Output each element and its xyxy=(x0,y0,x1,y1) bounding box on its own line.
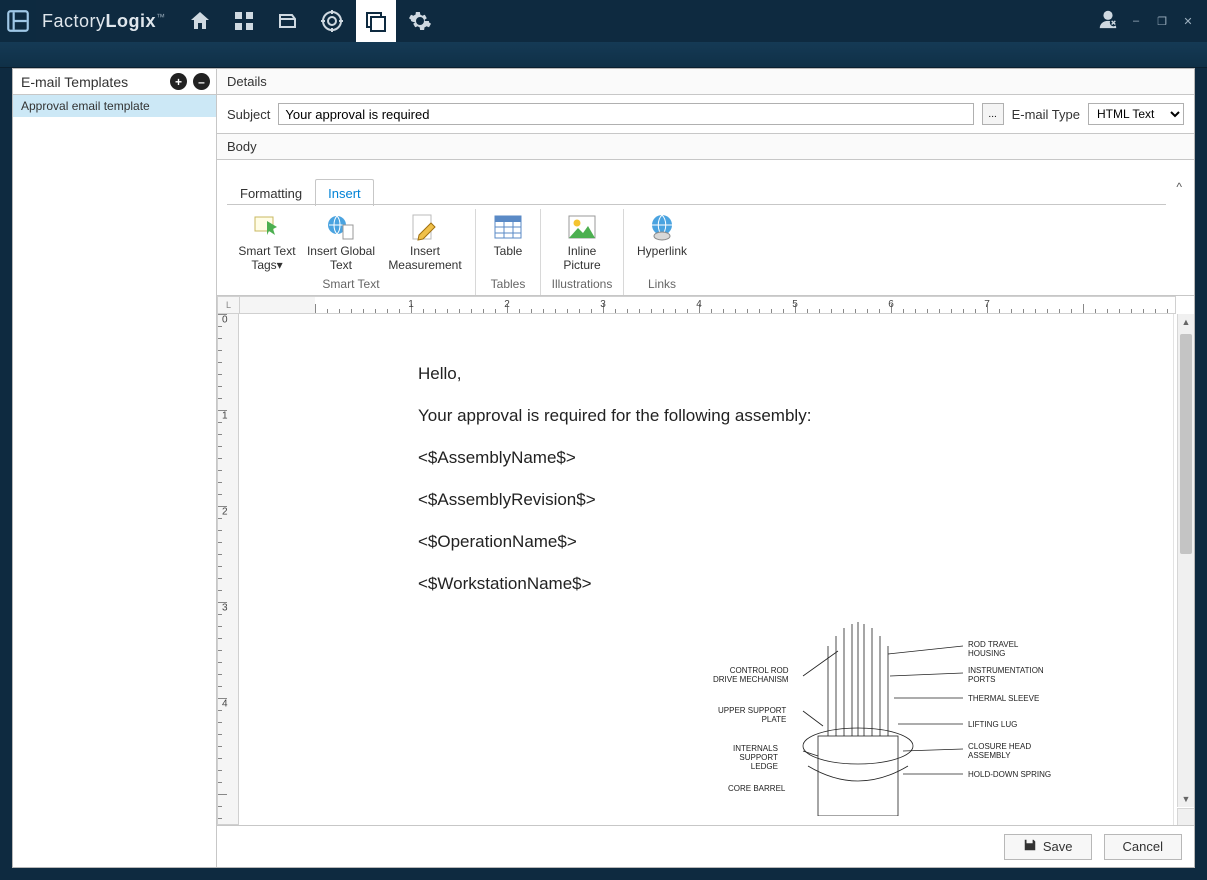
window-close-icon[interactable]: ✕ xyxy=(1179,15,1197,28)
main-panel: Details Subject ... E-mail Type HTML Tex… xyxy=(217,69,1194,867)
diagram-label: UPPER SUPPORTPLATE xyxy=(718,706,786,724)
diagram-label: ROD TRAVELHOUSING xyxy=(968,640,1018,658)
smart-text-tags-button[interactable]: Smart TextTags▾ xyxy=(235,209,299,275)
diagram-label: THERMAL SLEEVE xyxy=(968,694,1039,703)
nav-templates-icon[interactable] xyxy=(356,0,396,42)
insert-global-text-button[interactable]: Insert GlobalText xyxy=(303,209,379,275)
hyperlink-button[interactable]: Hyperlink xyxy=(632,209,692,275)
template-list-item[interactable]: Approval email template xyxy=(13,95,216,117)
scroll-down-icon[interactable]: ▼ xyxy=(1178,790,1194,807)
window-minimize-icon[interactable]: – xyxy=(1127,15,1145,27)
tab-formatting[interactable]: Formatting xyxy=(227,179,315,206)
footer-bar: Save Cancel xyxy=(217,825,1194,867)
email-type-label: E-mail Type xyxy=(1012,107,1080,122)
app-brand: FactoryLogix™ xyxy=(42,11,166,32)
nav-package-icon[interactable] xyxy=(268,0,308,42)
diagram-label: LIFTING LUG xyxy=(968,720,1017,729)
tab-insert[interactable]: Insert xyxy=(315,179,374,206)
ribbon-collapse-icon[interactable]: ^ xyxy=(1176,180,1182,194)
main-nav xyxy=(180,0,440,42)
details-row: Subject ... E-mail Type HTML Text xyxy=(217,95,1194,134)
doc-line: <$AssemblyRevision$> xyxy=(418,490,1173,510)
editor-tab-row: Formatting Insert ^ xyxy=(217,160,1194,205)
diagram-label: INSTRUMENTATIONPORTS xyxy=(968,666,1044,684)
hruler-canvas[interactable]: 1234567 xyxy=(239,296,1176,314)
doc-line: <$WorkstationName$> xyxy=(418,574,1173,594)
doc-line: <$AssemblyName$> xyxy=(418,448,1173,468)
nav-grid-icon[interactable] xyxy=(224,0,264,42)
scroll-up-icon[interactable]: ▲ xyxy=(1178,314,1194,331)
details-header: Details xyxy=(217,69,1194,95)
tag-arrow-icon xyxy=(251,211,283,243)
doc-line: Hello, xyxy=(418,364,1173,384)
hyperlink-globe-icon xyxy=(646,211,678,243)
save-button[interactable]: Save xyxy=(1004,834,1092,860)
ribbon-group-links: Hyperlink Links xyxy=(624,209,700,295)
scroll-corner xyxy=(1177,808,1194,825)
save-disk-icon xyxy=(1023,838,1037,855)
window-maximize-icon[interactable]: ❐ xyxy=(1153,15,1171,28)
email-type-select[interactable]: HTML Text xyxy=(1088,103,1184,125)
nav-target-icon[interactable] xyxy=(312,0,352,42)
pencil-doc-icon xyxy=(409,211,441,243)
document-page[interactable]: Hello, Your approval is required for the… xyxy=(314,314,1174,825)
subject-browse-button[interactable]: ... xyxy=(982,103,1004,125)
nav-settings-icon[interactable] xyxy=(400,0,440,42)
inline-picture-button[interactable]: InlinePicture xyxy=(549,209,615,275)
content-shell: E-mail Templates + – Approval email temp… xyxy=(12,68,1195,868)
doc-line: <$OperationName$> xyxy=(418,532,1173,552)
subject-label: Subject xyxy=(227,107,270,122)
title-bar: FactoryLogix™ – ❐ ✕ xyxy=(0,0,1207,42)
user-icon[interactable] xyxy=(1097,8,1119,35)
body-panel: Formatting Insert ^ Smart TextTags▾ Inse… xyxy=(217,160,1194,867)
diagram-label: CLOSURE HEADASSEMBLY xyxy=(968,742,1031,760)
insert-measurement-button[interactable]: InsertMeasurement xyxy=(383,209,467,275)
add-template-button[interactable]: + xyxy=(170,73,187,90)
vertical-scrollbar[interactable]: ▲ ▼ xyxy=(1177,314,1194,807)
globe-doc-icon xyxy=(325,211,357,243)
table-icon xyxy=(492,211,524,243)
ribbon-group-illustrations: InlinePicture Illustrations xyxy=(541,209,624,295)
document-scroll: Hello, Your approval is required for the… xyxy=(239,314,1194,825)
body-header: Body xyxy=(217,134,1194,160)
insert-table-button[interactable]: Table xyxy=(484,209,532,275)
horizontal-ruler: L 1234567 xyxy=(217,296,1194,314)
ribbon-strip xyxy=(0,42,1207,68)
subject-input[interactable] xyxy=(278,103,973,125)
sidebar-title: E-mail Templates xyxy=(21,74,164,90)
sidebar-header: E-mail Templates + – xyxy=(13,69,216,95)
cancel-button[interactable]: Cancel xyxy=(1104,834,1182,860)
ribbon-group-tables: Table Tables xyxy=(476,209,541,295)
app-logo-icon xyxy=(0,0,36,42)
diagram-label: CORE BARREL xyxy=(728,784,785,793)
embedded-diagram: CONTROL RODDRIVE MECHANISM UPPER SUPPORT… xyxy=(568,616,1128,816)
diagram-label: INTERNALSSUPPORTLEDGE xyxy=(733,744,778,771)
vertical-ruler[interactable]: 01234 xyxy=(217,314,239,825)
diagram-label: HOLD-DOWN SPRING xyxy=(968,770,1051,779)
scroll-thumb[interactable] xyxy=(1180,334,1192,554)
nav-home-icon[interactable] xyxy=(180,0,220,42)
sidebar: E-mail Templates + – Approval email temp… xyxy=(13,69,217,867)
remove-template-button[interactable]: – xyxy=(193,73,210,90)
ruler-corner: L xyxy=(217,296,239,314)
template-list: Approval email template xyxy=(13,95,216,867)
picture-icon xyxy=(566,211,598,243)
insert-ribbon: Smart TextTags▾ Insert GlobalText Insert… xyxy=(217,205,1194,296)
document-area: 01234 Hello, Your approval is required f… xyxy=(217,314,1194,825)
diagram-label: CONTROL RODDRIVE MECHANISM xyxy=(713,666,789,684)
doc-line: Your approval is required for the follow… xyxy=(418,406,1173,426)
ribbon-group-smart-text: Smart TextTags▾ Insert GlobalText Insert… xyxy=(227,209,476,295)
